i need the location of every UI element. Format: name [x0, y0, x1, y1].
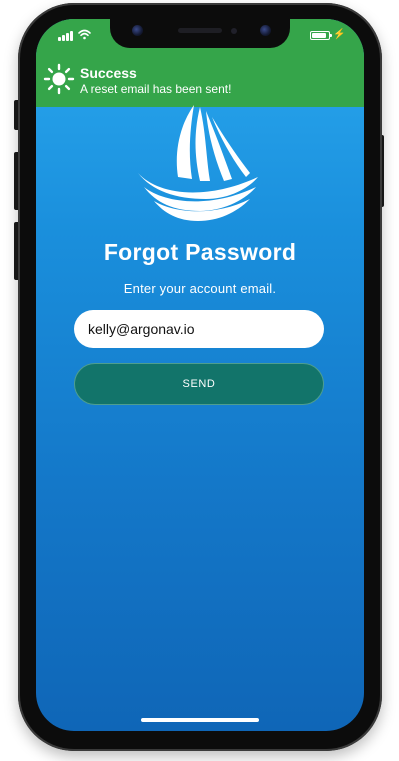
- front-camera-icon: [132, 25, 143, 36]
- home-indicator[interactable]: [141, 718, 259, 722]
- face-id-sensor-icon: [260, 25, 271, 36]
- sun-icon: [43, 63, 75, 95]
- page-title: Forgot Password: [103, 239, 297, 265]
- battery-icon: [310, 31, 332, 40]
- earpiece-speaker: [178, 28, 222, 33]
- app-screen: ⚡ Success A reset email has been sent! F…: [36, 19, 364, 731]
- send-button[interactable]: SEND: [74, 363, 324, 405]
- proximity-sensor: [231, 28, 237, 34]
- camera-notch: [110, 19, 290, 48]
- wifi-icon: [78, 29, 91, 40]
- toast-message: A reset email has been sent!: [80, 82, 232, 96]
- page-subtitle: Enter your account email.: [123, 281, 277, 296]
- charging-bolt-icon: ⚡: [333, 29, 346, 40]
- toast-title: Success: [80, 65, 137, 81]
- email-field[interactable]: [74, 310, 324, 348]
- device-stage: ⚡ Success A reset email has been sent! F…: [0, 0, 399, 761]
- sailboat-logo-icon: [138, 105, 258, 221]
